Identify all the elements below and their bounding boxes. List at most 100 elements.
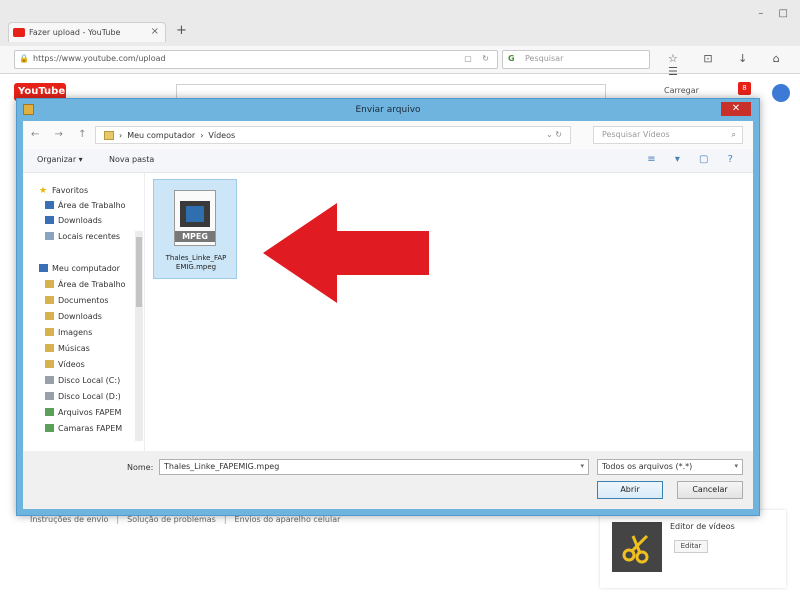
help-link-upload-instructions[interactable]: Instruções de envio bbox=[30, 515, 108, 524]
sidebar-item-network-1[interactable]: Arquivos FAPEM bbox=[45, 405, 121, 419]
sidebar-item-label: Área de Trabalho bbox=[58, 279, 126, 289]
sidebar-item-label: Meu computador bbox=[52, 263, 120, 273]
sidebar-item-label: Disco Local (C:) bbox=[58, 375, 121, 385]
file-list: MPEG Thales_Linke_FAP EMIG.mpeg bbox=[149, 173, 749, 451]
close-button[interactable]: ✕ bbox=[721, 102, 751, 116]
file-name-input[interactable]: Thales_Linke_FAPEMIG.mpeg ▾ bbox=[159, 459, 589, 475]
computer-icon bbox=[39, 264, 48, 272]
file-type-label: MPEG bbox=[175, 231, 215, 242]
folder-icon bbox=[45, 280, 54, 288]
sidebar-item-network-2[interactable]: Camaras FAPEM bbox=[45, 421, 122, 435]
new-folder-button[interactable]: Nova pasta bbox=[109, 155, 154, 164]
drive-icon bbox=[45, 392, 54, 400]
recent-places-icon bbox=[45, 232, 54, 240]
tab-close-icon[interactable]: × bbox=[151, 26, 159, 37]
lock-icon: 🔒 bbox=[19, 54, 29, 63]
sidebar-item-favorites[interactable]: ★ Favoritos bbox=[39, 183, 88, 197]
chevron-down-icon[interactable]: ▾ bbox=[734, 462, 738, 470]
sidebar-item-label: Arquivos FAPEM bbox=[58, 407, 122, 417]
sidebar-item-desktop-2[interactable]: Área de Trabalho bbox=[45, 277, 126, 291]
notification-bell-icon[interactable]: 8 bbox=[738, 82, 751, 95]
sidebar-item-recent[interactable]: Locais recentes bbox=[45, 229, 120, 243]
dialog-search-placeholder: Pesquisar Vídeos bbox=[602, 130, 670, 139]
film-icon bbox=[180, 201, 210, 227]
tab-title: Fazer upload - YouTube bbox=[29, 28, 121, 37]
sidebar-item-images[interactable]: Imagens bbox=[45, 325, 92, 339]
sidebar-item-disk-c[interactable]: Disco Local (C:) bbox=[45, 373, 120, 387]
sidebar-item-documents[interactable]: Documentos bbox=[45, 293, 109, 307]
sidebar-item-label: Disco Local (D:) bbox=[58, 391, 121, 401]
google-search-icon: G bbox=[508, 54, 515, 63]
cancel-button[interactable]: Cancelar bbox=[677, 481, 743, 499]
browser-tab[interactable]: Fazer upload - YouTube × bbox=[8, 22, 166, 42]
help-links: Instruções de envio | Solução de problem… bbox=[30, 515, 340, 524]
computer-folder-icon bbox=[104, 130, 114, 140]
sidebar-item-label: Locais recentes bbox=[58, 231, 121, 241]
help-link-troubleshooting[interactable]: Solução de problemas bbox=[127, 515, 216, 524]
new-tab-button[interactable]: + bbox=[176, 23, 187, 38]
scissors-icon bbox=[612, 522, 662, 572]
browser-nav-bar: 🔒 https://www.youtube.com/upload ▢ ↻ G P… bbox=[0, 46, 800, 78]
help-link-mobile-uploads[interactable]: Envios do aparelho celular bbox=[235, 515, 341, 524]
sidebar-item-videos[interactable]: Vídeos bbox=[45, 357, 85, 371]
refresh-icon[interactable]: ⌄ ↻ bbox=[546, 130, 562, 139]
file-open-dialog: Enviar arquivo ✕ ← → ↑ › Meu computador … bbox=[16, 98, 760, 516]
upload-label[interactable]: Carregar bbox=[664, 86, 699, 95]
video-editor-card: Editor de vídeos Editar bbox=[600, 510, 786, 588]
search-icon: ⌕ bbox=[731, 130, 736, 139]
browser-search-input[interactable]: G Pesquisar bbox=[502, 50, 650, 69]
organize-button[interactable]: Organizar ▾ bbox=[37, 155, 83, 164]
avatar[interactable] bbox=[772, 84, 790, 102]
crumb-sep: › bbox=[200, 130, 204, 140]
sidebar-item-music[interactable]: Músicas bbox=[45, 341, 90, 355]
reload-icon[interactable]: ▢ ↻ bbox=[464, 54, 493, 63]
breadcrumb[interactable]: › Meu computador › Vídeos ⌄ ↻ bbox=[95, 126, 571, 144]
file-item-selected[interactable]: MPEG Thales_Linke_FAP EMIG.mpeg bbox=[153, 179, 237, 279]
sidebar-item-label: Camaras FAPEM bbox=[58, 423, 123, 433]
sidebar-item-label: Favoritos bbox=[52, 185, 89, 195]
breadcrumb-my-computer[interactable]: Meu computador bbox=[127, 131, 195, 140]
folder-icon bbox=[45, 360, 54, 368]
mpeg-file-icon: MPEG bbox=[174, 190, 216, 246]
dialog-title: Enviar arquivo bbox=[355, 105, 421, 115]
network-drive-icon bbox=[45, 408, 54, 416]
sidebar-item-label: Downloads bbox=[58, 311, 102, 321]
file-name-label: Nome: bbox=[127, 463, 154, 472]
sidebar-item-label: Vídeos bbox=[58, 359, 85, 369]
divider: | bbox=[116, 515, 120, 524]
divider: | bbox=[223, 515, 227, 524]
sidebar-item-label: Downloads bbox=[58, 215, 102, 225]
navigation-scrollbar[interactable] bbox=[135, 231, 143, 441]
sidebar-item-downloads-2[interactable]: Downloads bbox=[45, 309, 102, 323]
sidebar-item-disk-d[interactable]: Disco Local (D:) bbox=[45, 389, 121, 403]
breadcrumb-videos[interactable]: Vídeos bbox=[208, 131, 235, 140]
file-type-select[interactable]: Todos os arquivos (*.*) ▾ bbox=[597, 459, 743, 475]
open-button[interactable]: Abrir bbox=[597, 481, 663, 499]
editor-title: Editor de vídeos bbox=[670, 522, 735, 531]
youtube-favicon-icon bbox=[13, 28, 25, 37]
desktop-icon bbox=[45, 201, 54, 209]
dialog-search-input[interactable]: Pesquisar Vídeos ⌕ bbox=[593, 126, 743, 144]
scrollbar-thumb[interactable] bbox=[136, 237, 142, 307]
red-arrow-icon bbox=[263, 203, 429, 303]
browser-tab-bar: Fazer upload - YouTube × + – □ bbox=[0, 0, 800, 46]
sidebar-item-downloads[interactable]: Downloads bbox=[45, 213, 102, 227]
address-row: ← → ↑ › Meu computador › Vídeos ⌄ ↻ Pesq… bbox=[23, 121, 753, 149]
address-bar[interactable]: 🔒 https://www.youtube.com/upload ▢ ↻ bbox=[14, 50, 498, 69]
crumb-sep: › bbox=[119, 130, 123, 140]
back-forward-up-icons[interactable]: ← → ↑ bbox=[31, 129, 93, 140]
edit-button[interactable]: Editar bbox=[674, 540, 708, 553]
dialog-toolbar: Organizar ▾ Nova pasta ≡ ▾ ▢ ? bbox=[23, 149, 753, 173]
file-type-value: Todos os arquivos (*.*) bbox=[602, 462, 693, 471]
downloads-icon bbox=[45, 216, 54, 224]
sidebar-item-my-computer[interactable]: Meu computador bbox=[39, 261, 120, 275]
sidebar-item-label: Músicas bbox=[58, 343, 90, 353]
file-name-value: Thales_Linke_FAPEMIG.mpeg bbox=[164, 462, 280, 471]
sidebar-item-label: Área de Trabalho bbox=[58, 200, 126, 210]
view-options-icons[interactable]: ≡ ▾ ▢ ? bbox=[647, 154, 741, 165]
navigation-pane: ★ Favoritos Área de Trabalho Downloads L… bbox=[23, 173, 145, 451]
chevron-down-icon[interactable]: ▾ bbox=[580, 462, 584, 470]
browser-toolbar-icons[interactable]: ☆ ⊡ ↓ ⌂ ☰ bbox=[668, 52, 800, 78]
sidebar-item-desktop[interactable]: Área de Trabalho bbox=[45, 198, 126, 212]
window-controls[interactable]: – □ bbox=[758, 8, 794, 19]
